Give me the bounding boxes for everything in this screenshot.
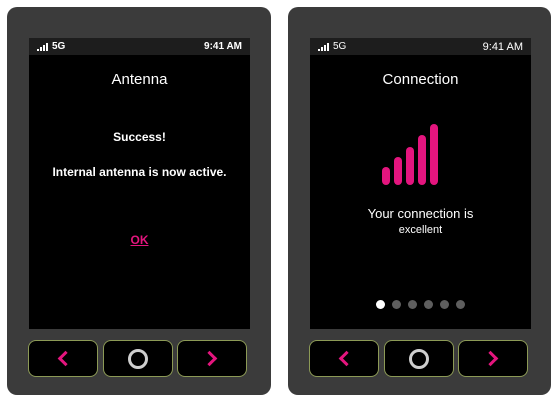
- page-dot[interactable]: [376, 300, 385, 309]
- next-button[interactable]: [458, 340, 528, 377]
- home-ring-icon: [128, 348, 148, 369]
- success-message: Internal antenna is now active.: [52, 165, 227, 179]
- chevron-left-icon: [57, 350, 74, 367]
- signal-strength-icon: [318, 42, 329, 51]
- ok-link[interactable]: OK: [29, 233, 250, 247]
- page-dot[interactable]: [424, 300, 433, 309]
- screen-antenna: 5G 9:41 AM Antenna Success! Internal ant…: [29, 38, 250, 329]
- signal-bar: [418, 135, 426, 185]
- success-heading: Success!: [113, 130, 166, 144]
- connection-quality: excellent: [398, 224, 443, 236]
- previous-button[interactable]: [28, 340, 98, 377]
- status-time: 9:41 AM: [482, 40, 523, 53]
- signal-bar: [394, 157, 402, 185]
- signal-bars-icon: [382, 124, 438, 185]
- page-dot[interactable]: [440, 300, 449, 309]
- device-connection: 5G 9:41 AM Connection Your connection is…: [288, 7, 551, 395]
- page-dot[interactable]: [456, 300, 465, 309]
- page-title: Antenna: [111, 71, 168, 88]
- signal-bar: [430, 124, 438, 185]
- signal-strength-icon: [37, 42, 48, 51]
- page-indicator: [310, 300, 531, 309]
- chevron-right-icon: [201, 350, 218, 367]
- page-dot[interactable]: [408, 300, 417, 309]
- home-button[interactable]: [384, 340, 454, 377]
- page-title: Connection: [382, 71, 459, 88]
- chevron-left-icon: [338, 350, 355, 367]
- network-type: 5G: [333, 41, 347, 52]
- hardware-button-row: [28, 340, 253, 377]
- next-button[interactable]: [177, 340, 247, 377]
- signal-bar: [382, 167, 390, 185]
- device-antenna: 5G 9:41 AM Antenna Success! Internal ant…: [7, 7, 271, 395]
- previous-button[interactable]: [309, 340, 379, 377]
- home-button[interactable]: [103, 340, 173, 377]
- network-type: 5G: [52, 41, 66, 52]
- signal-bar: [406, 147, 414, 185]
- chevron-right-icon: [482, 350, 499, 367]
- status-bar: 5G 9:41 AM: [29, 38, 250, 55]
- status-bar: 5G 9:41 AM: [310, 38, 531, 55]
- page-dot[interactable]: [392, 300, 401, 309]
- connection-status-line: Your connection is: [367, 206, 474, 221]
- status-time: 9:41 AM: [204, 41, 242, 52]
- home-ring-icon: [409, 348, 429, 369]
- screen-connection: 5G 9:41 AM Connection Your connection is…: [310, 38, 531, 329]
- hardware-button-row: [309, 340, 534, 377]
